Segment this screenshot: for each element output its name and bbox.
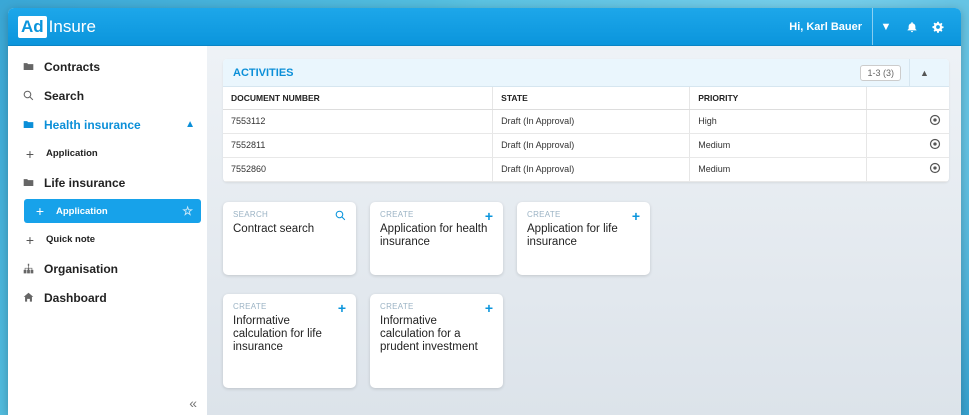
card-kind: CREATE: [380, 209, 414, 219]
main-content: ACTIVITIES 1-3 (3) ▲ DOCUMENT NUMBER STA…: [207, 46, 961, 415]
table-row[interactable]: 7552860 Draft (In Approval) Medium: [223, 157, 949, 182]
plus-icon: +: [25, 145, 35, 162]
gear-icon[interactable]: [925, 8, 951, 45]
card-kind: SEARCH: [233, 209, 269, 219]
sidebar-item-search[interactable]: Search: [8, 81, 207, 110]
view-icon[interactable]: [866, 157, 949, 182]
plus-icon: +: [25, 231, 35, 248]
sidebar: Contracts Search Health insurance ▲ + Ap…: [8, 46, 207, 415]
card-kind: CREATE: [380, 301, 414, 311]
card-application-health[interactable]: CREATE Application for health insurance …: [370, 201, 503, 275]
card-calculation-investment[interactable]: CREATE Informative calculation for a pru…: [370, 293, 503, 388]
user-greeting[interactable]: Hi, Karl Bauer: [789, 8, 873, 45]
cell-priority: Medium: [689, 157, 867, 182]
search-icon: [20, 90, 36, 101]
sidebar-item-organisation[interactable]: Organisation: [8, 254, 207, 283]
sidebar-item-label: Life insurance: [44, 175, 126, 190]
card-application-life[interactable]: CREATE Application for life insurance +: [517, 201, 650, 275]
sidebar-item-health-application[interactable]: + Application: [8, 139, 207, 168]
card-title: Informative calculation for a prudent in…: [380, 314, 478, 353]
cell-document-number: 7552811: [223, 133, 494, 158]
user-menu-chevron-icon[interactable]: ▼: [873, 8, 899, 45]
sidebar-item-label: Contracts: [44, 59, 101, 74]
activities-title: ACTIVITIES: [233, 66, 294, 79]
sidebar-item-label: Organisation: [44, 261, 119, 276]
bell-icon[interactable]: [899, 8, 925, 45]
view-icon[interactable]: [866, 109, 949, 134]
column-header-document-number[interactable]: DOCUMENT NUMBER: [223, 87, 494, 110]
sidebar-item-label: Dashboard: [44, 290, 107, 305]
top-bar: Ad Insure Hi, Karl Bauer ▼: [8, 8, 961, 46]
card-contract-search[interactable]: SEARCH Contract search: [223, 201, 356, 275]
column-header-actions: [866, 87, 949, 110]
column-header-priority[interactable]: PRIORITY: [689, 87, 867, 110]
app-window: Ad Insure Hi, Karl Bauer ▼ Contracts Sea…: [8, 8, 961, 415]
plus-icon: +: [484, 207, 493, 224]
cell-state: Draft (In Approval): [492, 157, 691, 182]
sidebar-item-life-insurance[interactable]: Life insurance: [8, 168, 207, 197]
adinsure-logo[interactable]: Ad Insure: [18, 15, 96, 38]
logo-insure-text: Insure: [48, 16, 96, 36]
plus-icon: +: [484, 299, 493, 316]
dashboard-icon: [20, 292, 36, 303]
card-kind: CREATE: [527, 209, 561, 219]
card-title: Informative calculation for life insuran…: [233, 314, 322, 353]
table-row[interactable]: 7553112 Draft (In Approval) High: [223, 109, 949, 134]
sidebar-item-label: Health insurance: [44, 117, 141, 132]
sidebar-item-quick-note[interactable]: + Quick note: [8, 225, 207, 254]
card-title: Application for health insurance: [380, 222, 488, 248]
folder-edit-icon: [20, 119, 36, 130]
plus-icon: +: [337, 299, 346, 316]
cell-priority: High: [689, 109, 867, 134]
cell-document-number: 7552860: [223, 157, 494, 182]
card-title: Application for life insurance: [527, 222, 618, 248]
sidebar-item-life-application[interactable]: + Application ☆: [24, 199, 201, 223]
cell-state: Draft (In Approval): [492, 133, 691, 158]
chevron-up-icon[interactable]: ▲: [185, 119, 195, 130]
star-icon[interactable]: ☆: [182, 204, 193, 218]
cell-priority: Medium: [689, 133, 867, 158]
sidebar-item-label: Quick note: [46, 234, 96, 245]
sidebar-item-dashboard[interactable]: Dashboard: [8, 283, 207, 312]
cell-document-number: 7553112: [223, 109, 494, 134]
card-calculation-life[interactable]: CREATE Informative calculation for life …: [223, 293, 356, 388]
pager-count[interactable]: 1-3 (3): [860, 64, 901, 81]
column-header-state[interactable]: STATE: [492, 87, 691, 110]
sidebar-item-health-insurance[interactable]: Health insurance ▲: [8, 110, 207, 139]
folder-icon: [20, 61, 36, 72]
collapse-panel-icon[interactable]: ▲: [909, 59, 939, 86]
card-title: Contract search: [233, 222, 315, 235]
card-kind: CREATE: [233, 301, 267, 311]
plus-icon: +: [631, 207, 640, 224]
view-icon[interactable]: [866, 133, 949, 158]
activities-panel: ACTIVITIES 1-3 (3) ▲ DOCUMENT NUMBER STA…: [223, 59, 949, 182]
collapse-sidebar-icon[interactable]: «: [189, 395, 197, 411]
plus-icon: +: [35, 203, 45, 219]
sidebar-item-label: Application: [56, 205, 108, 217]
cell-state: Draft (In Approval): [492, 109, 691, 134]
activities-table: DOCUMENT NUMBER STATE PRIORITY 7553112 D…: [223, 87, 949, 182]
activities-header: ACTIVITIES 1-3 (3) ▲: [223, 59, 949, 87]
sidebar-item-label: Application: [46, 148, 98, 159]
sidebar-item-label: Search: [44, 88, 85, 103]
quick-actions: SEARCH Contract search CREATE Applicatio…: [223, 201, 683, 407]
sidebar-item-contracts[interactable]: Contracts: [8, 52, 207, 81]
logo-ad-text: Ad: [18, 15, 47, 38]
search-icon: [335, 208, 346, 224]
org-chart-icon: [20, 263, 36, 274]
table-row[interactable]: 7552811 Draft (In Approval) Medium: [223, 133, 949, 158]
folder-edit-icon: [20, 177, 36, 188]
